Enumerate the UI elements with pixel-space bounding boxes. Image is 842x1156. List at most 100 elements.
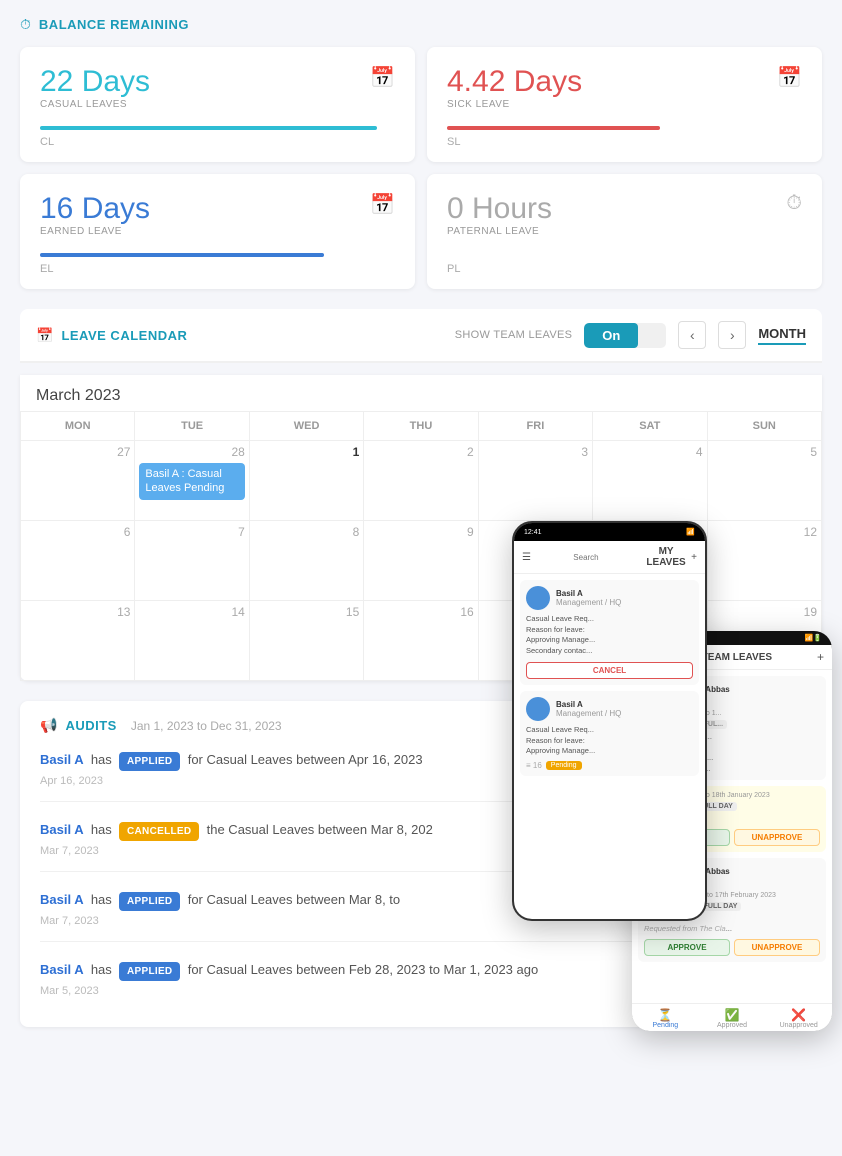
- cell-8[interactable]: 8: [249, 521, 363, 601]
- toggle-off: [638, 330, 666, 340]
- cell-16[interactable]: 16: [364, 601, 478, 681]
- day-header-mon: MON: [21, 412, 135, 441]
- audit-2-badge: CANCELLED: [119, 822, 199, 841]
- audit-1-text: for Casual Leaves between Apr 16, 2023: [188, 752, 423, 767]
- audit-item-2: Basil A has CANCELLED the Casual Leaves …: [40, 820, 802, 872]
- leave1-date-range: 10th January 2017 to 1...: [644, 710, 820, 717]
- tab-pending[interactable]: ⏳Pending: [632, 1008, 699, 1029]
- el-code: EL: [40, 263, 395, 275]
- sl-bar: [447, 126, 660, 130]
- cell-1[interactable]: 1: [249, 441, 363, 521]
- cell-3[interactable]: 3: [478, 441, 592, 521]
- balance-card-cl: 22 Days CASUAL LEAVES 📅 CL: [20, 47, 415, 162]
- audit-4-date: Mar 5, 2023: [40, 985, 802, 997]
- sl-value: 4.42 Days: [447, 65, 582, 99]
- el-value: 16 Days: [40, 192, 150, 226]
- badge-fullday: FULL DAY: [695, 802, 737, 811]
- balance-title: BALANCE REMAINING: [39, 17, 189, 32]
- calendar-section: March 2023 MON TUE WED THU FRI SAT SUN: [20, 375, 822, 681]
- audits-date-range: Jan 1, 2023 to Dec 31, 2023: [131, 719, 282, 733]
- avatar-jaseem1: [644, 682, 668, 706]
- audit-item-4: Basil A has APPLIED for Casual Leaves be…: [40, 960, 802, 1011]
- audits-header: 📢 AUDITS Jan 1, 2023 to Dec 31, 2023: [40, 717, 802, 734]
- day-header-thu: THU: [364, 412, 478, 441]
- balance-card-pl: 0 Hours PATERNAL LEAVE ⏱ PL: [427, 174, 822, 289]
- audit-1-badge: APPLIED: [119, 752, 180, 771]
- next-month-button[interactable]: ›: [718, 321, 746, 349]
- day-header-sun: SUN: [707, 412, 821, 441]
- sl-label: SICK LEAVE: [447, 99, 582, 110]
- sl-code: SL: [447, 136, 802, 148]
- cl-code: CL: [40, 136, 395, 148]
- badge-1day: 1 DAY: [664, 802, 692, 811]
- balance-icon: ⏱: [20, 16, 31, 33]
- user-jaseem1: Jaseem Abbas: [674, 685, 730, 694]
- calendar-table: MON TUE WED THU FRI SAT SUN 27 28: [20, 411, 822, 681]
- cell-11[interactable]: 11: [593, 521, 707, 601]
- audits-section: 12:47 📶🔋 ☰ TEAM LEAVES +: [20, 701, 822, 1027]
- prev-month-button[interactable]: ‹: [678, 321, 706, 349]
- el-icon: 📅: [370, 192, 395, 217]
- cell-15[interactable]: 15: [249, 601, 363, 681]
- audits-icon: 📢: [40, 717, 57, 734]
- cell-12[interactable]: 12: [707, 521, 821, 601]
- month-view-label: MONTH: [758, 326, 806, 345]
- pl-label: PATERNAL LEAVE: [447, 226, 552, 237]
- el-label: EARNED LEAVE: [40, 226, 150, 237]
- audits-title: AUDITS: [65, 718, 116, 733]
- cell-19[interactable]: 19: [707, 601, 821, 681]
- el-bar: [40, 253, 324, 257]
- cell-9[interactable]: 9: [364, 521, 478, 601]
- cl-bar: [40, 126, 377, 130]
- audit-3-badge: APPLIED: [119, 892, 180, 911]
- day-header-tue: TUE: [135, 412, 249, 441]
- calendar-week-1: 27 28 Basil A : Casual Leaves Pending 1 …: [21, 441, 822, 521]
- balance-grid: 22 Days CASUAL LEAVES 📅 CL 4.42 Days SIC…: [20, 47, 822, 289]
- calendar-week-3: 13 14 15 16 17 18 19: [21, 601, 822, 681]
- balance-card-el: 16 Days EARNED LEAVE 📅 EL: [20, 174, 415, 289]
- cell-18[interactable]: 18: [593, 601, 707, 681]
- audit-2-date: Mar 7, 2023: [40, 845, 802, 857]
- tab-approved[interactable]: ✅Approved: [699, 1008, 766, 1029]
- audit-1-name: Basil A: [40, 752, 84, 767]
- balance-card-sl: 4.42 Days SICK LEAVE 📅 SL: [427, 47, 822, 162]
- calendar-month-title: March 2023: [20, 375, 822, 411]
- tab-unapproved[interactable]: ❌Unapproved: [765, 1008, 832, 1029]
- pl-value: 0 Hours: [447, 192, 552, 226]
- audit-3-date: Mar 7, 2023: [40, 915, 802, 927]
- calendar-week-2: 6 7 8 9 10 11 12: [21, 521, 822, 601]
- cell-14[interactable]: 14: [135, 601, 249, 681]
- day-header-wed: WED: [249, 412, 363, 441]
- calendar-title: LEAVE CALENDAR: [61, 328, 187, 343]
- audit-1-date: Apr 16, 2023: [40, 775, 802, 787]
- calendar-controls: SHOW TEAM LEAVES On ‹ › MONTH: [455, 321, 806, 349]
- audit-2-name: Basil A: [40, 822, 84, 837]
- audit-3-name: Basil A: [40, 892, 84, 907]
- badge-el: EL: [644, 802, 661, 811]
- leave-event-basil: Basil A : Casual Leaves Pending: [139, 463, 244, 500]
- leave-calendar-container: 📅 LEAVE CALENDAR SHOW TEAM LEAVES On ‹ ›…: [20, 309, 822, 681]
- cl-icon: 📅: [370, 65, 395, 90]
- audit-4-name: Basil A: [40, 962, 84, 977]
- cell-5[interactable]: 5: [707, 441, 821, 521]
- day-header-fri: FRI: [478, 412, 592, 441]
- cl-label: CASUAL LEAVES: [40, 99, 150, 110]
- audit-item-3: Basil A has APPLIED for Casual Leaves be…: [40, 890, 802, 942]
- audit-item-1: Basil A has APPLIED for Casual Leaves be…: [40, 750, 802, 802]
- day-header-sat: SAT: [593, 412, 707, 441]
- audit-2-text: the Casual Leaves between Mar 8, 202: [207, 822, 433, 837]
- show-team-label: SHOW TEAM LEAVES: [455, 329, 572, 341]
- cell-6[interactable]: 6: [21, 521, 135, 601]
- cell-28[interactable]: 28 Basil A : Casual Leaves Pending: [135, 441, 249, 521]
- cell-4[interactable]: 4: [593, 441, 707, 521]
- cell-13[interactable]: 13: [21, 601, 135, 681]
- cell-17[interactable]: 17: [478, 601, 592, 681]
- audit-3-text: for Casual Leaves between Mar 8, to: [188, 892, 400, 907]
- pl-code: PL: [447, 263, 802, 275]
- toggle-on-button[interactable]: On: [584, 323, 638, 348]
- cell-7[interactable]: 7: [135, 521, 249, 601]
- pl-icon: ⏱: [786, 192, 802, 215]
- cell-2[interactable]: 2: [364, 441, 478, 521]
- cell-10[interactable]: 10: [478, 521, 592, 601]
- cell-27[interactable]: 27: [21, 441, 135, 521]
